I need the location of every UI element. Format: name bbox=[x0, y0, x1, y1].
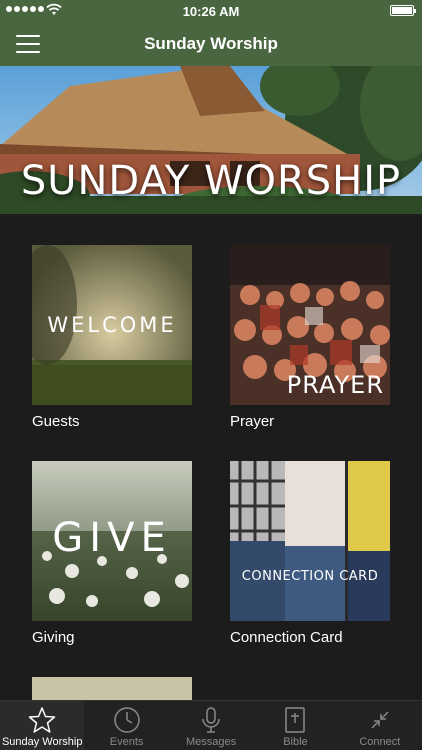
tab-events[interactable]: Events bbox=[84, 701, 168, 750]
collapse-arrows-icon bbox=[371, 711, 389, 729]
star-icon bbox=[28, 707, 56, 733]
hero-banner: SUNDAY WORSHIP bbox=[0, 66, 422, 214]
partial-thumbnail bbox=[32, 677, 192, 700]
tile-caption: Giving bbox=[32, 629, 75, 646]
tile-caption: Guests bbox=[32, 413, 80, 430]
people-standing-image bbox=[230, 461, 390, 621]
nav-bar: Sunday Worship bbox=[0, 22, 422, 66]
status-bar: 10:26 AM bbox=[0, 0, 422, 22]
welcome-thumbnail: WELCOME bbox=[32, 245, 192, 405]
tab-label: Messages bbox=[185, 736, 237, 748]
tile-prayer[interactable]: PRAYER Prayer bbox=[230, 245, 390, 430]
connection-card-thumbnail: CONNECTION CARD bbox=[230, 461, 390, 621]
tab-label: Events bbox=[109, 736, 144, 748]
status-time: 10:26 AM bbox=[182, 4, 240, 19]
tile-overlay-text: PRAYER bbox=[286, 371, 384, 399]
bible-icon bbox=[285, 707, 306, 733]
tab-label: Sunday Worship bbox=[1, 736, 83, 748]
prayer-thumbnail: PRAYER bbox=[230, 245, 390, 405]
tile-caption: Prayer bbox=[230, 413, 275, 430]
tile-partial[interactable] bbox=[32, 677, 192, 700]
tab-label: Bible bbox=[283, 736, 308, 748]
page-title: Sunday Worship bbox=[144, 34, 278, 53]
tile-overlay-text: CONNECTION CARD bbox=[241, 569, 379, 584]
clock-icon bbox=[113, 707, 140, 733]
tab-bible[interactable]: Bible bbox=[253, 701, 337, 750]
microphone-icon bbox=[202, 707, 220, 733]
battery-icon bbox=[390, 5, 416, 16]
tab-bar: Sunday Worship Events Messages Bible Con… bbox=[0, 700, 422, 750]
hero-title: SUNDAY WORSHIP bbox=[20, 158, 402, 204]
give-thumbnail: GIVE bbox=[32, 461, 192, 621]
tab-messages[interactable]: Messages bbox=[169, 701, 253, 750]
tile-guests[interactable]: WELCOME Guests bbox=[32, 245, 192, 430]
tab-label: Connect bbox=[359, 736, 401, 748]
content-grid: WELCOME Guests PRAYER Prayer GIVE Giving… bbox=[0, 214, 422, 700]
tile-connection-card[interactable]: CONNECTION CARD Connection Card bbox=[230, 461, 390, 646]
tab-sunday-worship[interactable]: Sunday Worship bbox=[0, 701, 85, 750]
tile-caption: Connection Card bbox=[230, 629, 343, 646]
tile-overlay-text: WELCOME bbox=[47, 313, 177, 337]
tile-giving[interactable]: GIVE Giving bbox=[32, 461, 192, 646]
tab-connect[interactable]: Connect bbox=[338, 701, 422, 750]
tile-overlay-text: GIVE bbox=[52, 515, 172, 561]
